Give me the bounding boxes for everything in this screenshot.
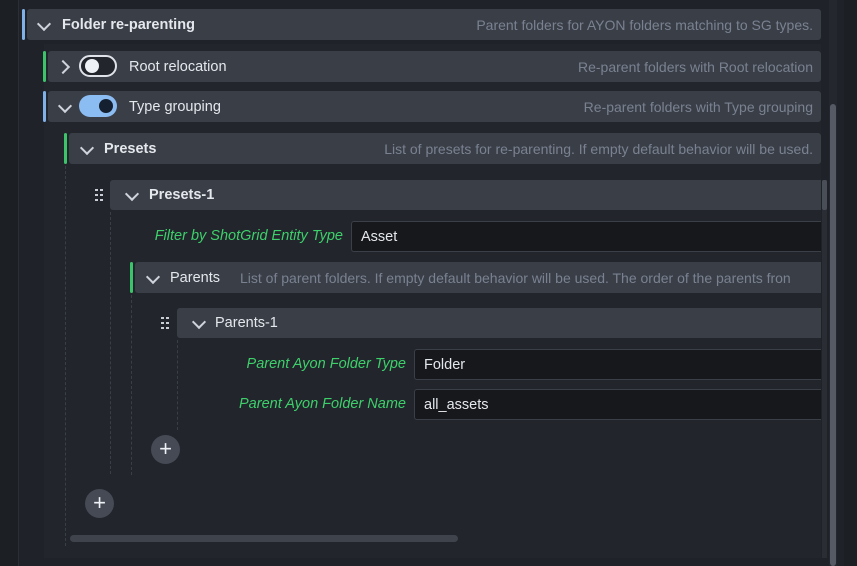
horizontal-scrollbar[interactable] bbox=[70, 535, 458, 542]
parent-folder-name-label: Parent Ayon Folder Name bbox=[239, 396, 406, 412]
root-relocation-header[interactable]: Root relocation Re-parent folders with R… bbox=[48, 51, 821, 82]
parents-1-guide bbox=[177, 340, 178, 430]
parent-folder-type-label: Parent Ayon Folder Type bbox=[246, 356, 406, 372]
drag-handle-icon[interactable] bbox=[95, 189, 103, 201]
chevron-down-icon[interactable] bbox=[79, 140, 95, 156]
folder-reparenting-header[interactable]: Folder re-parenting Parent folders for A… bbox=[27, 9, 821, 40]
parent-folder-type-input[interactable]: Folder bbox=[414, 349, 821, 380]
presets-1-header[interactable]: Presets-1 bbox=[110, 180, 821, 210]
section-indicator bbox=[22, 9, 25, 40]
presets-title: Presets bbox=[104, 140, 157, 157]
inner-scroll-track bbox=[822, 180, 827, 558]
chevron-down-icon[interactable] bbox=[36, 16, 52, 32]
drag-handle-icon[interactable] bbox=[161, 317, 169, 329]
presets-1-guide bbox=[110, 212, 111, 474]
presets-1-title: Presets-1 bbox=[149, 187, 215, 203]
add-parent-button[interactable]: + bbox=[151, 435, 180, 464]
toggle-knob bbox=[99, 99, 113, 113]
parents-guide bbox=[131, 295, 132, 475]
parents-1-header[interactable]: Parents-1 bbox=[177, 308, 821, 338]
inner-vertical-scrollbar[interactable] bbox=[822, 180, 827, 210]
toggle-knob bbox=[85, 59, 99, 73]
add-preset-button[interactable]: + bbox=[85, 489, 114, 518]
root-relocation-toggle[interactable] bbox=[79, 55, 117, 77]
parents-title: Parents bbox=[170, 269, 220, 286]
chevron-down-icon[interactable] bbox=[124, 186, 140, 202]
folder-reparenting-title: Folder re-parenting bbox=[62, 16, 195, 33]
type-grouping-header[interactable]: Type grouping Re-parent folders with Typ… bbox=[48, 91, 821, 122]
filter-entity-type-input[interactable]: Asset bbox=[351, 221, 821, 252]
chevron-down-icon[interactable] bbox=[57, 98, 73, 114]
chevron-right-icon[interactable] bbox=[55, 59, 71, 75]
filter-entity-type-label: Filter by ShotGrid Entity Type bbox=[154, 228, 343, 244]
type-grouping-indicator bbox=[43, 91, 46, 122]
root-relocation-title: Root relocation bbox=[129, 58, 227, 75]
outer-vertical-scrollbar[interactable] bbox=[830, 104, 836, 566]
chevron-down-icon[interactable] bbox=[145, 269, 161, 285]
parents-1-title: Parents-1 bbox=[215, 315, 278, 331]
presets-description: List of presets for re-parenting. If emp… bbox=[384, 140, 813, 157]
type-grouping-title: Type grouping bbox=[129, 98, 221, 115]
chevron-down-icon[interactable] bbox=[191, 314, 207, 330]
parent-folder-name-input[interactable]: all_assets bbox=[414, 389, 821, 420]
presets-header[interactable]: Presets List of presets for re-parenting… bbox=[69, 133, 821, 164]
type-grouping-description: Re-parent folders with Type grouping bbox=[583, 98, 813, 115]
parents-header[interactable]: Parents List of parent folders. If empty… bbox=[135, 262, 821, 293]
root-relocation-description: Re-parent folders with Root relocation bbox=[577, 58, 813, 75]
parents-description: List of parent folders. If empty default… bbox=[240, 269, 791, 286]
root-relocation-indicator bbox=[43, 51, 46, 82]
type-grouping-toggle[interactable] bbox=[79, 95, 117, 117]
presets-indicator bbox=[64, 133, 67, 164]
folder-reparenting-description: Parent folders for AYON folders matching… bbox=[476, 16, 813, 33]
presets-guide bbox=[65, 166, 66, 546]
parents-indicator bbox=[130, 262, 133, 293]
